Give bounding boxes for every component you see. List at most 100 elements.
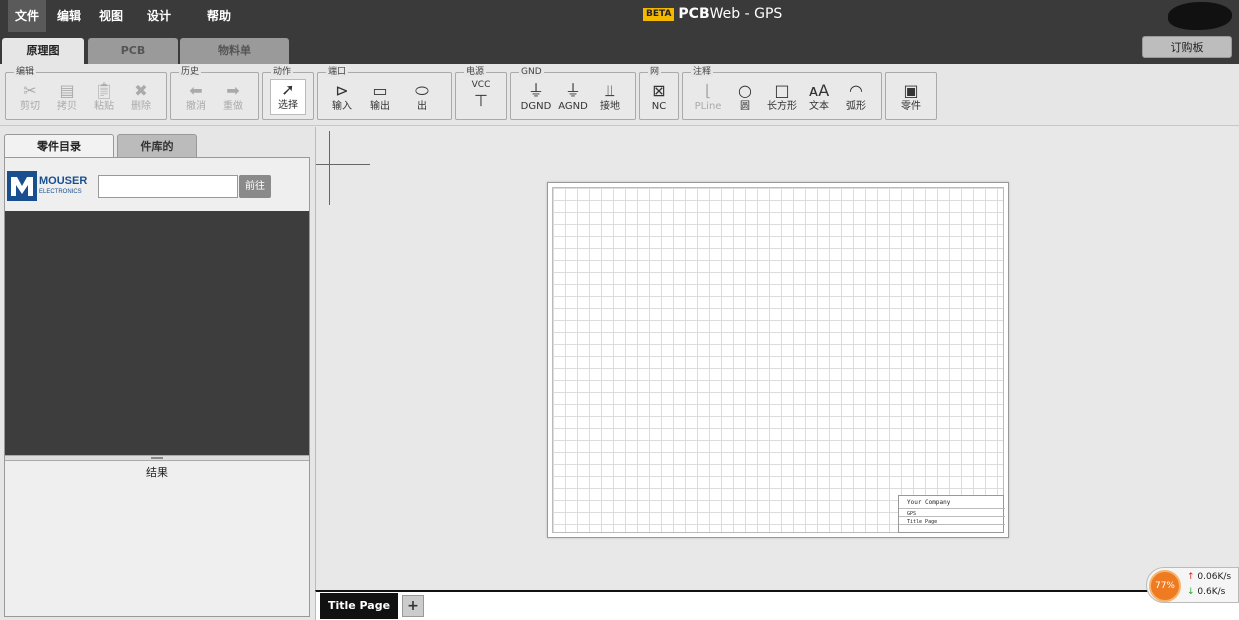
toolbar: 编辑 ✂ 剪切 ▤ 拷贝 📋︎ 粘贴 ✖ 删除 历史 ⬅ 撤消 ➡ 重做 动作 <box>0 64 1239 126</box>
pline-button[interactable]: ⌊ PLine <box>690 81 726 117</box>
group-title-annotation: 注释 <box>691 67 714 77</box>
panel-splitter[interactable] <box>5 455 309 461</box>
origin-crosshair-h <box>316 164 370 165</box>
main-tab-bar: 原理图 PCB 物料单 订购板 <box>0 34 1239 64</box>
menu-view[interactable]: 视图 <box>94 0 128 32</box>
panel-body: MOUSER ELECTRONICS 前往 结果 <box>4 157 310 617</box>
group-title-power: 电源 <box>464 67 487 77</box>
port-bidirectional-icon: ⬭ <box>415 81 429 100</box>
beta-badge: BETA <box>643 8 675 21</box>
parts-search-input[interactable] <box>98 175 238 198</box>
tab-library[interactable]: 件库的 <box>117 134 197 158</box>
text-button[interactable]: ᴀA 文本 <box>801 81 837 117</box>
copy-button[interactable]: ▤ 拷贝 <box>49 81 85 117</box>
scissors-icon: ✂ <box>23 81 37 100</box>
net-download-value: 0.6K/s <box>1197 587 1226 597</box>
port-output-button[interactable]: ▭ 输出 <box>362 81 398 117</box>
arc-label: 弧形 <box>846 101 866 112</box>
toolbar-group-history: 历史 ⬅ 撤消 ➡ 重做 <box>170 67 259 120</box>
select-tool-button[interactable]: ➚ 选择 <box>270 79 306 115</box>
tab-schematic[interactable]: 原理图 <box>2 38 84 64</box>
no-connect-button[interactable]: ⊠ NC <box>641 81 677 117</box>
title-block-page: Title Page <box>907 519 938 525</box>
menu-help[interactable]: 帮助 <box>202 0 236 32</box>
schematic-sheet[interactable]: Your Company GPS Title Page <box>547 182 1009 538</box>
toolbar-group-gnd: GND ⏚ DGND ⏚ AGND ⫫ 接地 <box>510 67 636 120</box>
paste-label: 粘贴 <box>94 101 114 112</box>
app-title: BETA PCBWeb - GPS <box>643 5 782 23</box>
toolbar-group-net: 网 ⊠ NC <box>639 67 679 120</box>
rectangle-label: 长方形 <box>767 101 797 112</box>
vcc-button[interactable]: VCC ⊤ <box>463 79 499 115</box>
sheet-grid <box>552 187 1004 533</box>
toolbar-group-power: 电源 VCC ⊤ <box>455 67 507 120</box>
avatar[interactable] <box>1168 2 1232 30</box>
splitter-grip-icon <box>151 457 163 459</box>
group-title-gnd: GND <box>519 67 544 77</box>
rectangle-button[interactable]: □ 长方形 <box>764 81 800 117</box>
results-label: 结果 <box>146 466 168 479</box>
tab-pcb[interactable]: PCB <box>88 38 178 64</box>
no-connect-label: NC <box>651 101 667 112</box>
port-output-icon: ▭ <box>372 81 388 100</box>
title-block-project: GPS <box>907 511 917 517</box>
menu-file[interactable]: 文件 <box>8 0 46 32</box>
order-board-button[interactable]: 订购板 <box>1142 36 1232 58</box>
title-block: Your Company GPS Title Page <box>898 495 1005 533</box>
redo-label: 重做 <box>223 101 243 112</box>
agnd-icon: ⏚ <box>564 81 581 100</box>
parts-label: 零件 <box>901 101 921 112</box>
rectangle-icon: □ <box>774 81 790 100</box>
app-suffix: Web - GPS <box>709 6 783 22</box>
cursor-icon: ➚ <box>281 80 295 99</box>
page-tab-bar: Title Page + <box>315 590 1239 620</box>
results-list-area <box>5 211 309 455</box>
tab-parts-catalog[interactable]: 零件目录 <box>4 134 114 158</box>
group-title-port: 端口 <box>326 67 349 77</box>
earth-ground-button[interactable]: ⫫ 接地 <box>592 81 628 117</box>
paste-button[interactable]: 📋︎ 粘贴 <box>86 81 122 117</box>
schematic-canvas[interactable]: Your Company GPS Title Page <box>315 127 1239 590</box>
go-button[interactable]: 前往 <box>239 175 271 198</box>
menu-edit[interactable]: 编辑 <box>52 0 86 32</box>
parts-button[interactable]: ▣ 零件 <box>893 81 929 117</box>
cut-button[interactable]: ✂ 剪切 <box>12 81 48 117</box>
dgnd-button[interactable]: ⏚ DGND <box>518 81 554 117</box>
undo-icon: ⬅ <box>189 81 203 100</box>
redo-button[interactable]: ➡ 重做 <box>215 81 251 117</box>
agnd-button[interactable]: ⏚ AGND <box>555 81 591 117</box>
toolbar-group-edit: 编辑 ✂ 剪切 ▤ 拷贝 📋︎ 粘贴 ✖ 删除 <box>5 67 167 120</box>
title-block-company: Your Company <box>907 499 951 506</box>
top-menu-bar: 文件 编辑 视图 设计 帮助 BETA PCBWeb - GPS <box>0 0 1239 34</box>
no-connect-icon: ⊠ <box>652 81 666 100</box>
app-name: PCB <box>678 6 710 22</box>
circle-icon: ○ <box>738 81 752 100</box>
delete-button[interactable]: ✖ 删除 <box>123 81 159 117</box>
add-page-button[interactable]: + <box>402 595 424 617</box>
net-usage-circle: 77% <box>1149 570 1181 602</box>
circle-button[interactable]: ○ 圆 <box>727 81 763 117</box>
menu-design[interactable]: 设计 <box>142 0 176 32</box>
toolbar-group-action: 动作 ➚ 选择 <box>262 67 314 120</box>
toolbar-group-port: 端口 ⊳ 输入 ▭ 输出 ⬭ 出 <box>317 67 452 120</box>
arc-button[interactable]: ◠ 弧形 <box>838 81 874 117</box>
port-input-button[interactable]: ⊳ 输入 <box>324 81 360 117</box>
circle-label: 圆 <box>740 101 750 112</box>
group-title-edit: 编辑 <box>14 67 37 77</box>
page-tab-title-page[interactable]: Title Page <box>320 593 398 619</box>
copy-label: 拷贝 <box>57 101 77 112</box>
redo-icon: ➡ <box>226 81 240 100</box>
origin-crosshair-v <box>329 131 330 205</box>
copy-icon: ▤ <box>59 81 75 100</box>
title-block-divider <box>899 508 1005 509</box>
undo-button[interactable]: ⬅ 撤消 <box>178 81 214 117</box>
network-speed-widget[interactable]: 77% ↑ 0.06K/s ↓ 0.6K/s <box>1146 567 1239 603</box>
agnd-label: AGND <box>558 101 588 112</box>
port-output-label: 输出 <box>370 101 390 112</box>
mouser-wordmark: MOUSER <box>39 175 88 187</box>
tab-bom[interactable]: 物料单 <box>180 38 289 64</box>
group-title-net: 网 <box>648 67 662 77</box>
port-bidirectional-button[interactable]: ⬭ 出 <box>404 81 440 117</box>
text-label: 文本 <box>809 101 829 112</box>
arc-icon: ◠ <box>849 81 863 100</box>
